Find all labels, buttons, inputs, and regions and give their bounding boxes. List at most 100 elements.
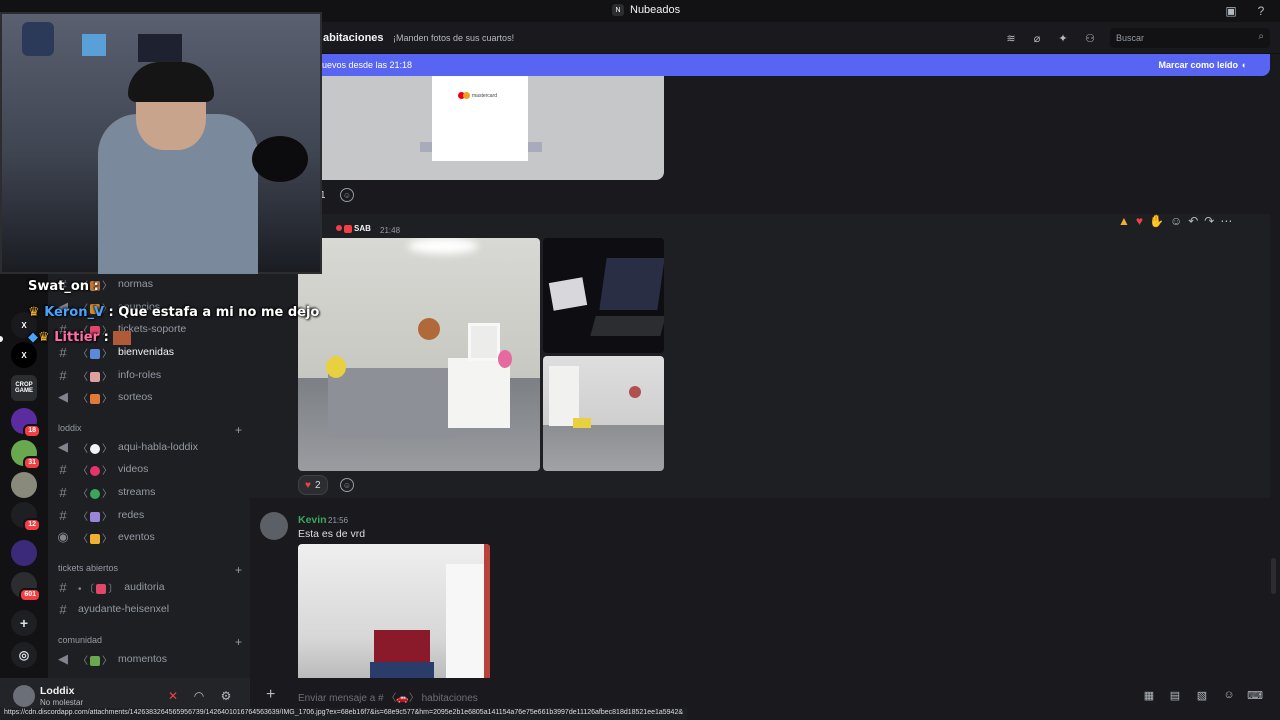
mention-badge: 12 — [23, 518, 41, 532]
members-icon[interactable]: ⚇ — [1083, 31, 1097, 45]
overlay-chat-line: Swat_on : — [28, 279, 99, 294]
channel-aqui-habla-loddix[interactable]: ◀ 〈〉 aqui-habla-loddix — [56, 437, 242, 457]
gif-icon[interactable]: ▤ — [1168, 688, 1182, 702]
hash-icon: # — [59, 367, 67, 383]
app-title: N Nubeados — [612, 4, 680, 16]
category-comunidad[interactable]: comunidad + — [58, 635, 242, 649]
new-messages-bar[interactable]: uevos desde las 21:18 Marcar como leído … — [306, 54, 1270, 76]
discover-icon[interactable]: ◎ — [11, 642, 37, 668]
channel-ayudante-heisenxel[interactable]: # ayudante-heisenxel — [56, 599, 242, 619]
server-tag[interactable]: SAB — [344, 224, 371, 233]
search-icon: ⌕ — [1258, 31, 1264, 42]
help-icon[interactable]: ? — [1253, 3, 1269, 19]
channel-sorteos[interactable]: ◀ 〈〉 sorteos — [56, 387, 242, 407]
channel-auditoria[interactable]: # • 〔〕 auditoria — [56, 577, 242, 597]
wave-reaction-icon[interactable]: ✋ — [1149, 214, 1164, 228]
notifications-muted-icon[interactable]: ⌀ — [1030, 31, 1044, 45]
message-timestamp: 21:56 — [328, 516, 349, 525]
server-violet[interactable] — [11, 540, 37, 566]
room-photo-main[interactable] — [298, 238, 540, 471]
scrollbar[interactable] — [1271, 558, 1276, 594]
add-reaction-icon[interactable]: ☺ — [1170, 214, 1182, 228]
server-grey[interactable] — [11, 472, 37, 498]
channel-label: ayudante-heisenxel — [78, 603, 170, 615]
settings-gear-icon[interactable]: ⚙ — [218, 688, 234, 704]
add-reaction-icon[interactable]: ☺ — [340, 478, 354, 492]
laptop-photo[interactable] — [543, 238, 664, 353]
channel-momentos[interactable]: ◀ 〈〉 momentos — [56, 649, 242, 669]
hash-icon: # — [59, 507, 67, 523]
heart-reaction-icon[interactable]: ♥ — [1136, 214, 1143, 228]
hash-icon: # — [59, 344, 67, 360]
add-channel-icon[interactable]: + — [235, 635, 242, 649]
server-x-2[interactable]: X — [11, 342, 37, 368]
channel-streams[interactable]: # 〈〉 streams — [56, 482, 242, 502]
channel-emoji: 〈〉 — [78, 348, 112, 360]
apps-icon[interactable]: ⌨ — [1247, 688, 1263, 702]
heart-reaction-chip[interactable]: ♥ 2 — [298, 475, 328, 495]
gift-icon[interactable]: ▦ — [1142, 688, 1156, 702]
category-loddix[interactable]: loddix + — [58, 423, 242, 437]
mastercard-label: mastercard — [472, 92, 498, 99]
server-label: X — [21, 320, 27, 330]
more-icon[interactable]: ⋯ — [1220, 214, 1232, 228]
channel-title: abitaciones — [323, 32, 384, 44]
reply-icon[interactable]: ↶ — [1188, 214, 1198, 228]
channel-label: auditoria — [124, 581, 165, 593]
mark-read-icon: ◖ — [1240, 60, 1246, 70]
tag-icon — [344, 224, 352, 233]
message-author[interactable]: Kevin — [298, 514, 327, 526]
message-input[interactable]: Enviar mensaje a # 〈🚗〉 habitaciones — [298, 689, 478, 704]
server-crop-game[interactable]: CROP GAME — [11, 375, 37, 401]
overlay-chat-line: ◆♛ Littier : — [28, 330, 132, 345]
new-messages-text: uevos desde las 21:18 — [322, 60, 413, 70]
badge-icon: ◆ — [28, 330, 38, 345]
add-channel-icon[interactable]: + — [235, 563, 242, 577]
server-purple[interactable]: 18 — [11, 408, 41, 438]
tag-label: SAB — [354, 224, 371, 233]
channel-topic[interactable]: ¡Manden fotos de sus cuartos! — [393, 33, 514, 43]
mark-as-read-label: Marcar como leído — [1158, 60, 1239, 70]
channel-redes[interactable]: # 〈〉 redes — [56, 505, 242, 525]
mark-as-read-button[interactable]: Marcar como leído ◖ — [1159, 60, 1246, 70]
channel-eventos[interactable]: ◉ 〈〉 eventos — [56, 527, 242, 547]
avatar[interactable] — [13, 685, 35, 707]
add-server-icon[interactable]: + — [11, 610, 37, 636]
sticker-icon[interactable]: ▧ — [1195, 688, 1209, 702]
emoji-icon[interactable]: ☺ — [1222, 688, 1236, 702]
channel-emoji: 〈〉 — [78, 655, 112, 667]
add-channel-icon[interactable]: + — [235, 423, 242, 437]
message-actions: ▲ ♥ ✋ ☺ ↶ ↷ ⋯ — [1118, 210, 1232, 232]
pin-icon[interactable]: ✦ — [1056, 31, 1070, 45]
server-blue[interactable]: 12 — [11, 502, 41, 532]
username[interactable]: Loddix — [40, 685, 74, 697]
user-status: No molestar — [40, 698, 84, 707]
app-name: Nubeados — [630, 4, 681, 16]
kevin-room-photo[interactable] — [298, 544, 490, 678]
channel-emoji: • 〔〕 — [78, 583, 119, 595]
threads-icon[interactable]: ≋ — [1004, 31, 1018, 45]
search-placeholder: Buscar — [1116, 33, 1145, 43]
headphones-icon[interactable]: ◠ — [191, 688, 207, 704]
search-input[interactable]: Buscar ⌕ — [1110, 28, 1270, 48]
attach-plus-icon[interactable]: + — [266, 686, 275, 704]
forward-icon[interactable]: ↷ — [1204, 214, 1214, 228]
channel-label: momentos — [118, 653, 168, 665]
category-tickets[interactable]: tickets abiertos + — [58, 563, 242, 577]
inbox-icon[interactable]: ▣ — [1223, 3, 1239, 19]
channel-bienvenidas[interactable]: # 〈〉 bienvenidas — [56, 342, 242, 362]
room-photo-side[interactable] — [543, 356, 664, 471]
chick-reaction-icon[interactable]: ▲ — [1118, 214, 1130, 228]
server-pill — [0, 336, 3, 342]
megaphone-icon: ◀ — [58, 389, 68, 404]
add-reaction-icon[interactable]: ☺ — [340, 188, 354, 202]
server-red[interactable]: 601 — [11, 572, 41, 602]
channel-videos[interactable]: # 〈〉 videos — [56, 459, 242, 479]
mention-badge: 31 — [23, 456, 41, 470]
hash-icon: # — [59, 579, 67, 595]
avatar[interactable] — [260, 512, 288, 540]
mute-mic-icon[interactable]: ✕ — [165, 688, 181, 704]
channel-emoji: 〈〉 — [78, 393, 112, 405]
server-green[interactable]: 31 — [11, 440, 41, 470]
channel-info-roles[interactable]: # 〈〉 info-roles — [56, 365, 242, 385]
